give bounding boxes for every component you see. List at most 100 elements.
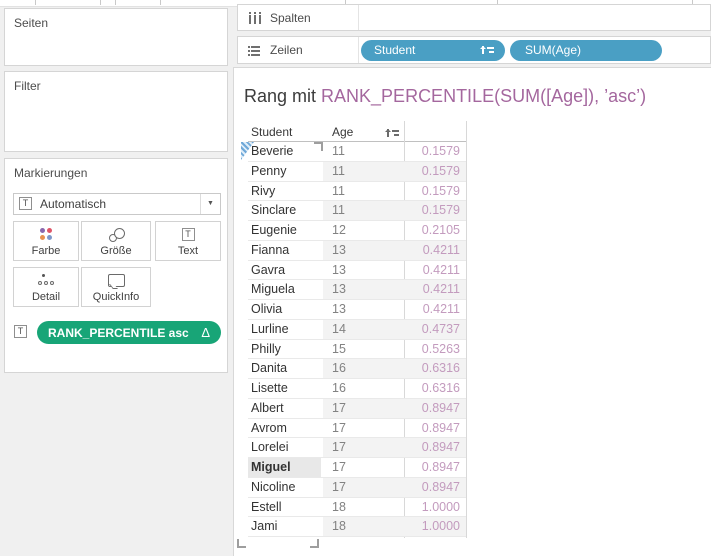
tableau-workspace: Seiten Filter Markierungen T Automatisch…: [0, 0, 711, 556]
rank-value-cell[interactable]: 0.8947: [404, 438, 463, 457]
rank-value-cell[interactable]: 0.1579: [404, 182, 463, 201]
student-cell[interactable]: Penny: [248, 162, 321, 181]
age-cell[interactable]: 16: [332, 379, 392, 398]
mark-type-dropdown[interactable]: T Automatisch ▼: [13, 193, 221, 215]
tooltip-button[interactable]: QuickInfo: [81, 267, 151, 307]
student-cell[interactable]: Estell: [248, 498, 321, 517]
age-cell[interactable]: 17: [332, 438, 392, 457]
rank-value-cell[interactable]: 0.4211: [404, 261, 463, 280]
age-cell[interactable]: 17: [332, 458, 392, 477]
pages-shelf-card[interactable]: Seiten: [4, 8, 228, 66]
age-cell[interactable]: 11: [332, 162, 392, 181]
rank-value-cell[interactable]: 0.1579: [404, 142, 463, 161]
student-cell[interactable]: Miguela: [248, 280, 321, 299]
age-cell[interactable]: 18: [332, 498, 392, 517]
table-row[interactable]: Miguel 17 0.8947: [248, 458, 466, 478]
age-cell[interactable]: 12: [332, 221, 392, 240]
rank-value-cell[interactable]: 0.8947: [404, 399, 463, 418]
table-row[interactable]: Estell 18 1.0000: [248, 498, 466, 518]
student-cell[interactable]: Lorelei: [248, 438, 321, 457]
table-row[interactable]: Philly 15 0.5263: [248, 340, 466, 360]
table-row[interactable]: Beverie 11 0.1579: [248, 142, 466, 162]
table-row[interactable]: Nicoline 17 0.8947: [248, 478, 466, 498]
column-header-student[interactable]: Student: [251, 125, 292, 139]
table-row[interactable]: Danita 16 0.6316: [248, 359, 466, 379]
age-cell[interactable]: 16: [332, 359, 392, 378]
rank-value-cell[interactable]: 0.4737: [404, 320, 463, 339]
student-cell[interactable]: Rivy: [248, 182, 321, 201]
detail-button[interactable]: Detail: [13, 267, 79, 307]
table-row[interactable]: Avrom 17 0.8947: [248, 419, 466, 439]
table-row[interactable]: Rivy 11 0.1579: [248, 182, 466, 202]
size-button[interactable]: Größe: [81, 221, 151, 261]
rank-value-cell[interactable]: 1.0000: [404, 498, 463, 517]
student-cell[interactable]: Philly: [248, 340, 321, 359]
sum-age-pill[interactable]: SUM(Age): [510, 40, 662, 61]
rank-value-cell[interactable]: 0.4211: [404, 300, 463, 319]
age-cell[interactable]: 11: [332, 142, 392, 161]
text-box-icon: T: [156, 228, 220, 242]
age-cell[interactable]: 14: [332, 320, 392, 339]
student-cell[interactable]: Nicoline: [248, 478, 321, 497]
student-cell[interactable]: Gavra: [248, 261, 321, 280]
rank-value-cell[interactable]: 0.8947: [404, 458, 463, 477]
student-cell[interactable]: Lurline: [248, 320, 321, 339]
student-cell[interactable]: Lisette: [248, 379, 321, 398]
filters-shelf-card[interactable]: Filter: [4, 71, 228, 152]
selection-corner-icon: [314, 142, 323, 151]
age-cell[interactable]: 13: [332, 300, 392, 319]
rank-value-cell[interactable]: 0.6316: [404, 379, 463, 398]
age-cell[interactable]: 17: [332, 478, 392, 497]
rank-percentile-pill[interactable]: RANK_PERCENTILE asc Δ: [37, 321, 221, 344]
table-row[interactable]: Jami 18 1.0000: [248, 517, 466, 537]
rank-value-cell[interactable]: 0.4211: [404, 280, 463, 299]
rank-value-cell[interactable]: 0.8947: [404, 478, 463, 497]
student-cell[interactable]: Fianna: [248, 241, 321, 260]
rank-value-cell[interactable]: 0.2105: [404, 221, 463, 240]
table-row[interactable]: Gavra 13 0.4211: [248, 261, 466, 281]
age-cell[interactable]: 11: [332, 201, 392, 220]
table-row[interactable]: Lisette 16 0.6316: [248, 379, 466, 399]
rank-value-cell[interactable]: 0.5263: [404, 340, 463, 359]
table-row[interactable]: Albert 17 0.8947: [248, 399, 466, 419]
table-row[interactable]: Miguela 13 0.4211: [248, 280, 466, 300]
age-cell[interactable]: 11: [332, 182, 392, 201]
table-row[interactable]: Penny 11 0.1579: [248, 162, 466, 182]
columns-shelf[interactable]: Spalten: [237, 4, 711, 31]
age-cell[interactable]: 15: [332, 340, 392, 359]
student-cell[interactable]: Danita: [248, 359, 321, 378]
student-cell[interactable]: Jami: [248, 517, 321, 536]
rank-value-cell[interactable]: 0.1579: [404, 201, 463, 220]
student-cell[interactable]: Beverie: [248, 142, 321, 161]
table-row[interactable]: Eugenie 12 0.2105: [248, 221, 466, 241]
rank-value-cell[interactable]: 0.1579: [404, 162, 463, 181]
sort-ascending-icon[interactable]: [387, 128, 399, 139]
student-cell[interactable]: Sinclare: [248, 201, 321, 220]
rank-value-cell[interactable]: 0.4211: [404, 241, 463, 260]
text-button[interactable]: T Text: [155, 221, 221, 261]
column-header-age[interactable]: Age: [332, 125, 353, 139]
student-cell[interactable]: Avrom: [248, 419, 321, 438]
table-row[interactable]: Olivia 13 0.4211: [248, 300, 466, 320]
table-row[interactable]: Lurline 14 0.4737: [248, 320, 466, 340]
rank-value-cell[interactable]: 0.8947: [404, 419, 463, 438]
student-cell[interactable]: Eugenie: [248, 221, 321, 240]
rank-value-cell[interactable]: 1.0000: [404, 517, 463, 536]
color-button[interactable]: Farbe: [13, 221, 79, 261]
table-row[interactable]: Lorelei 17 0.8947: [248, 438, 466, 458]
chevron-down-icon[interactable]: ▼: [200, 194, 220, 214]
age-cell[interactable]: 18: [332, 517, 392, 536]
age-cell[interactable]: 13: [332, 241, 392, 260]
table-row[interactable]: Fianna 13 0.4211: [248, 241, 466, 261]
age-cell[interactable]: 13: [332, 280, 392, 299]
sort-icon[interactable]: [482, 45, 494, 56]
student-cell[interactable]: Olivia: [248, 300, 321, 319]
student-cell[interactable]: Miguel: [248, 458, 321, 477]
rank-value-cell[interactable]: 0.6316: [404, 359, 463, 378]
age-cell[interactable]: 17: [332, 399, 392, 418]
age-cell[interactable]: 17: [332, 419, 392, 438]
student-pill[interactable]: Student: [361, 40, 505, 61]
table-row[interactable]: Sinclare 11 0.1579: [248, 201, 466, 221]
student-cell[interactable]: Albert: [248, 399, 321, 418]
age-cell[interactable]: 13: [332, 261, 392, 280]
